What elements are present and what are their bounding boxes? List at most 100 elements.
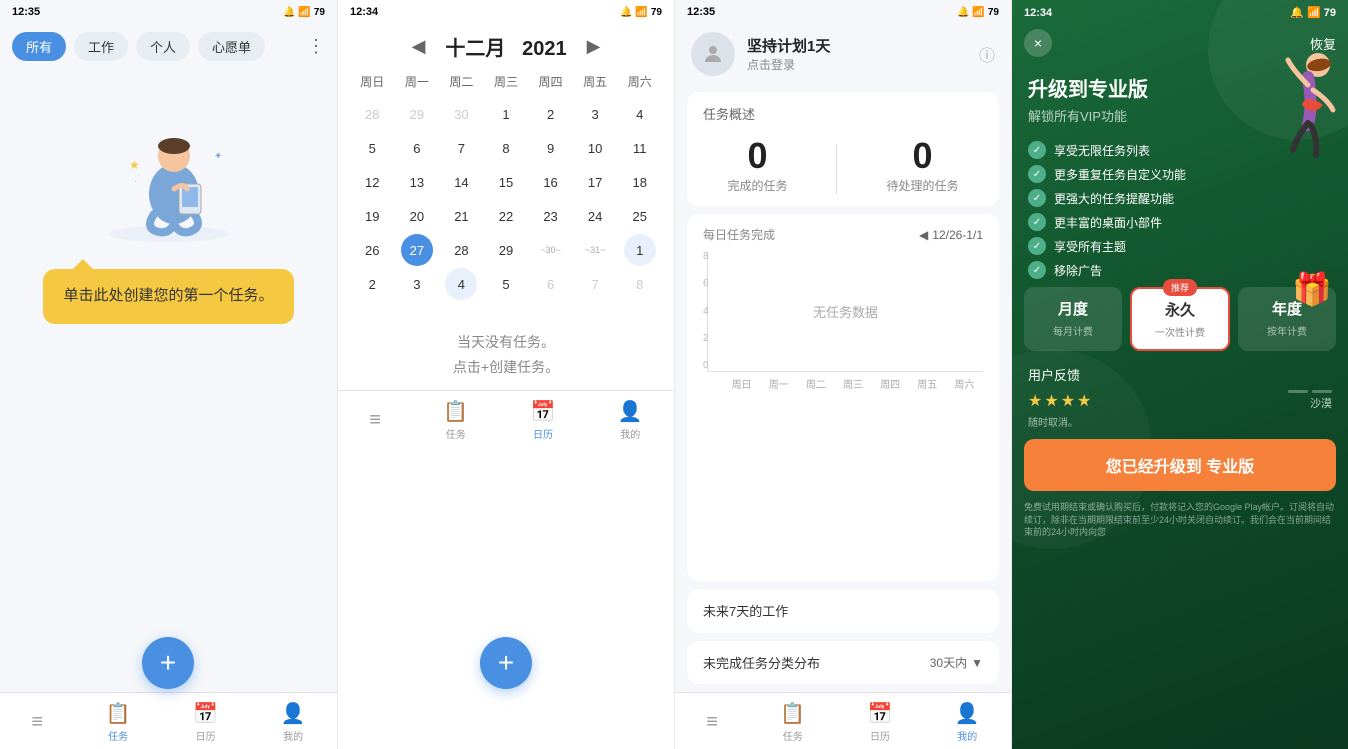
nav-tasks-3[interactable]: 📋 任务 — [772, 699, 813, 745]
cal-day-15[interactable]: 15 — [490, 166, 522, 198]
pricing-yearly[interactable]: 年度 按年计费 — [1238, 287, 1336, 351]
nav-profile-3[interactable]: 👤 我的 — [947, 699, 988, 745]
cal-day-20[interactable]: 20 — [401, 200, 433, 232]
nav-calendar-3[interactable]: 📅 日历 — [860, 699, 901, 745]
nav-menu-1[interactable]: ≡ — [23, 709, 51, 736]
pricing-lifetime[interactable]: 推荐 永久 一次性计费 — [1130, 287, 1230, 351]
stats-numbers: 0 完成的任务 0 待处理的任务 — [703, 135, 983, 194]
fab-add-task[interactable]: + — [142, 637, 194, 689]
cal-day-8-next[interactable]: 8 — [624, 268, 656, 300]
cal-day-23[interactable]: 23 — [535, 200, 567, 232]
nav-profile-2[interactable]: 👤 我的 — [610, 397, 651, 443]
cal-day-21[interactable]: 21 — [445, 200, 477, 232]
cal-day-28p[interactable]: 28 — [356, 98, 388, 130]
cal-day-4-selected[interactable]: 4 — [445, 268, 477, 300]
nav-tasks-2[interactable]: 📋 任务 — [435, 397, 476, 443]
cal-day-7-next[interactable]: 7 — [579, 268, 611, 300]
feature-check-4: ✓ — [1028, 237, 1046, 255]
cal-day-18[interactable]: 18 — [624, 166, 656, 198]
pricing-lifetime-sub: 一次性计费 — [1138, 324, 1222, 339]
cal-day-4[interactable]: 4 — [624, 98, 656, 130]
completed-label: 完成的任务 — [727, 177, 787, 194]
cal-day-29[interactable]: 29 — [490, 234, 522, 266]
weekday-0: 周日 — [350, 69, 395, 94]
status-bar-1: 12:35 🔔 📶 79 — [0, 0, 337, 24]
cal-day-30-wave[interactable]: ~30~ — [535, 234, 567, 266]
cal-next[interactable]: ▶ — [579, 32, 609, 61]
task-dist-filter[interactable]: 30天内 ▼ — [930, 654, 983, 671]
menu-icon-2: ≡ — [369, 409, 381, 432]
cal-day-26[interactable]: 26 — [356, 234, 388, 266]
cal-day-2-next[interactable]: 2 — [356, 268, 388, 300]
cal-day-17[interactable]: 17 — [579, 166, 611, 198]
filter-all[interactable]: 所有 — [12, 32, 66, 61]
pending-label: 待处理的任务 — [886, 177, 958, 194]
chart-range[interactable]: ◀ 12/26-1/1 — [919, 228, 983, 242]
cal-day-6[interactable]: 6 — [401, 132, 433, 164]
cal-day-3-next[interactable]: 3 — [401, 268, 433, 300]
feedback-row: ★ ★ ★ ★ 沙漠 — [1028, 390, 1332, 411]
user-avatar[interactable] — [691, 32, 735, 76]
pricing-monthly-sub: 每月计费 — [1031, 323, 1115, 338]
cal-day-22[interactable]: 22 — [490, 200, 522, 232]
cal-day-25[interactable]: 25 — [624, 200, 656, 232]
nav-tasks-label-1: 任务 — [108, 728, 128, 743]
feedback-author: 沙漠 — [1310, 395, 1332, 411]
completed-count: 0 — [727, 135, 787, 177]
menu-icon-3: ≡ — [706, 711, 718, 734]
cal-day-1-next[interactable]: 1 — [624, 234, 656, 266]
status-icons-3: 🔔 📶 79 — [957, 7, 999, 18]
feature-check-1: ✓ — [1028, 165, 1046, 183]
chart-range-prev[interactable]: ◀ — [919, 228, 928, 242]
close-button[interactable]: × — [1024, 29, 1052, 57]
cal-day-2[interactable]: 2 — [535, 98, 567, 130]
upgrade-button[interactable]: 您已经升级到 专业版 — [1024, 439, 1336, 491]
cal-day-3[interactable]: 3 — [579, 98, 611, 130]
user-sub[interactable]: 点击登录 — [747, 56, 967, 73]
cal-day-14[interactable]: 14 — [445, 166, 477, 198]
nav-calendar-1[interactable]: 📅 日历 — [185, 699, 226, 745]
pricing-yearly-label: 年度 — [1245, 298, 1329, 319]
pricing-monthly[interactable]: 月度 每月计费 — [1024, 287, 1122, 351]
fab-add-task-2[interactable]: + — [480, 637, 532, 689]
cal-day-11[interactable]: 11 — [624, 132, 656, 164]
cal-day-5[interactable]: 5 — [356, 132, 388, 164]
info-icon[interactable]: ⓘ — [979, 42, 995, 66]
create-task-tooltip[interactable]: 单击此处创建您的第一个任务。 — [43, 269, 293, 324]
nav-tasks-label-2: 任务 — [446, 426, 466, 441]
upcoming-work[interactable]: 未来7天的工作 — [687, 589, 999, 633]
cal-day-6-next[interactable]: 6 — [535, 268, 567, 300]
filter-work[interactable]: 工作 — [74, 32, 128, 61]
pending-count: 0 — [886, 135, 958, 177]
cal-day-27-today[interactable]: 27 — [401, 234, 433, 266]
nav-calendar-2[interactable]: 📅 日历 — [523, 397, 564, 443]
cal-day-1[interactable]: 1 — [490, 98, 522, 130]
nav-profile-label-3: 我的 — [957, 728, 977, 743]
cal-day-30p[interactable]: 30 — [445, 98, 477, 130]
more-options-icon[interactable]: ⋮ — [307, 36, 325, 57]
cal-day-5-next[interactable]: 5 — [490, 268, 522, 300]
cal-day-19[interactable]: 19 — [356, 200, 388, 232]
cal-day-24[interactable]: 24 — [579, 200, 611, 232]
cal-day-31-wave[interactable]: ~31~ — [579, 234, 611, 266]
cal-day-8[interactable]: 8 — [490, 132, 522, 164]
pending-stat: 0 待处理的任务 — [886, 135, 958, 194]
nav-profile-1[interactable]: 👤 我的 — [273, 699, 314, 745]
cal-day-28[interactable]: 28 — [445, 234, 477, 266]
nav-menu-2[interactable]: ≡ — [361, 407, 389, 434]
filter-wishlist[interactable]: 心愿单 — [198, 32, 265, 61]
nav-menu-3[interactable]: ≡ — [698, 709, 726, 736]
star-3: ★ — [1061, 391, 1075, 411]
cal-day-12[interactable]: 12 — [356, 166, 388, 198]
cal-day-7[interactable]: 7 — [445, 132, 477, 164]
character-illustration — [1258, 45, 1348, 165]
cal-day-9[interactable]: 9 — [535, 132, 567, 164]
nav-tasks-1[interactable]: 📋 任务 — [98, 699, 139, 745]
cal-day-29p[interactable]: 29 — [401, 98, 433, 130]
dot-2 — [1312, 390, 1332, 393]
cal-day-10[interactable]: 10 — [579, 132, 611, 164]
cal-day-13[interactable]: 13 — [401, 166, 433, 198]
cal-prev[interactable]: ◀ — [404, 32, 434, 61]
filter-personal[interactable]: 个人 — [136, 32, 190, 61]
cal-day-16[interactable]: 16 — [535, 166, 567, 198]
